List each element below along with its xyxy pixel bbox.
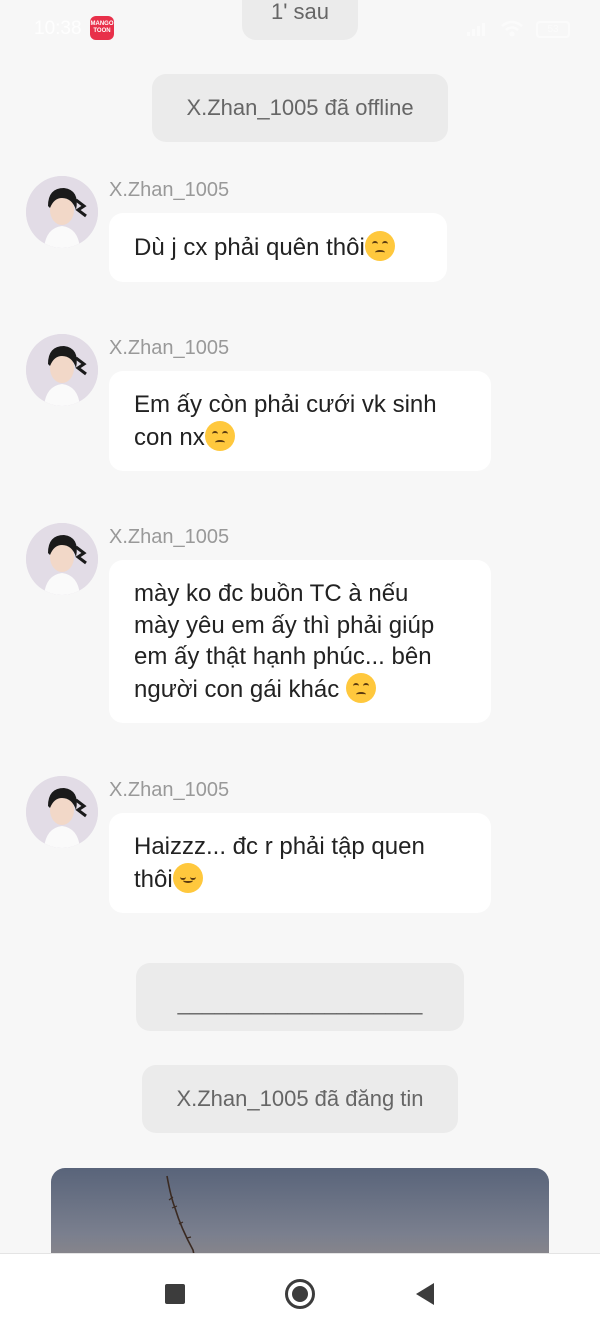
signal-icon (467, 23, 485, 36)
sender-name: X.Zhan_1005 (109, 779, 230, 801)
avatar-portrait-icon (26, 176, 98, 248)
message-bubble[interactable]: Dù j cx phải quên thôi (109, 213, 447, 282)
message-line-with-emoji: thôi (134, 862, 469, 896)
home-button[interactable] (280, 1254, 320, 1333)
app-badge-line1: MANGO (90, 21, 114, 27)
chat-screen: 10:38 MANGO TOON 53 1' sau X.Zhan_1005 đ… (0, 0, 600, 1333)
avatar-portrait-icon (26, 334, 98, 406)
app-badge-line2: TOON (93, 28, 111, 34)
mangatoon-app-icon: MANGO TOON (90, 16, 114, 40)
posted-notice: X.Zhan_1005 đã đăng tin (142, 1065, 458, 1133)
avatar[interactable] (26, 176, 98, 248)
battery-level: 53 (547, 23, 559, 35)
back-triangle-icon (416, 1283, 434, 1305)
message-text: Dù j cx phải quên thôi (134, 234, 365, 261)
sender-name: X.Zhan_1005 (109, 526, 230, 548)
home-circle-icon (285, 1279, 315, 1309)
avatar[interactable] (26, 523, 98, 595)
square-icon (165, 1284, 185, 1304)
avatar-portrait-icon (26, 523, 98, 595)
message-line: mày ko đc buồn TC à nếu (134, 580, 409, 607)
divider-pill: ____________________ (136, 963, 464, 1031)
sender-name: X.Zhan_1005 (109, 337, 230, 359)
message-line: người con gái khác (134, 675, 346, 703)
wifi-icon (501, 20, 523, 37)
battery-icon: 53 (536, 20, 570, 38)
avatar[interactable] (26, 334, 98, 406)
offline-notice: X.Zhan_1005 đã offline (152, 74, 448, 142)
disappointed-face-icon (204, 420, 235, 451)
message-line: thôi (134, 865, 173, 893)
message-line-with-emoji: người con gái khác (134, 672, 469, 706)
message-bubble[interactable]: Em ấy còn phải cưới vk sinh con nx (109, 371, 491, 471)
system-nav-bar (0, 1253, 600, 1333)
time-pill: 1' sau (242, 0, 358, 40)
relieved-face-icon (172, 862, 203, 893)
message-line: mày yêu em ấy thì phải giúp (134, 611, 435, 639)
message-line: Em ấy còn phải cưới vk sinh (134, 391, 437, 418)
message-bubble[interactable]: Haizzz... đc r phải tập quen thôi (109, 813, 491, 913)
back-button[interactable] (405, 1254, 445, 1333)
disappointed-face-icon (364, 231, 395, 261)
message-line: con nx (134, 423, 205, 451)
status-time: 10:38 (34, 18, 82, 39)
avatar[interactable] (26, 776, 98, 848)
message-line-with-emoji: con nx (134, 420, 469, 454)
message-line: em ấy thật hạnh phúc... bên (134, 643, 432, 670)
recent-apps-button[interactable] (155, 1254, 195, 1333)
avatar-portrait-icon (26, 776, 98, 848)
sender-name: X.Zhan_1005 (109, 179, 230, 201)
disappointed-face-icon (345, 672, 376, 703)
status-icons: 53 (466, 20, 570, 38)
message-bubble[interactable]: mày ko đc buồn TC à nếu mày yêu em ấy th… (109, 560, 491, 723)
message-line: Haizzz... đc r phải tập quen (134, 833, 425, 860)
